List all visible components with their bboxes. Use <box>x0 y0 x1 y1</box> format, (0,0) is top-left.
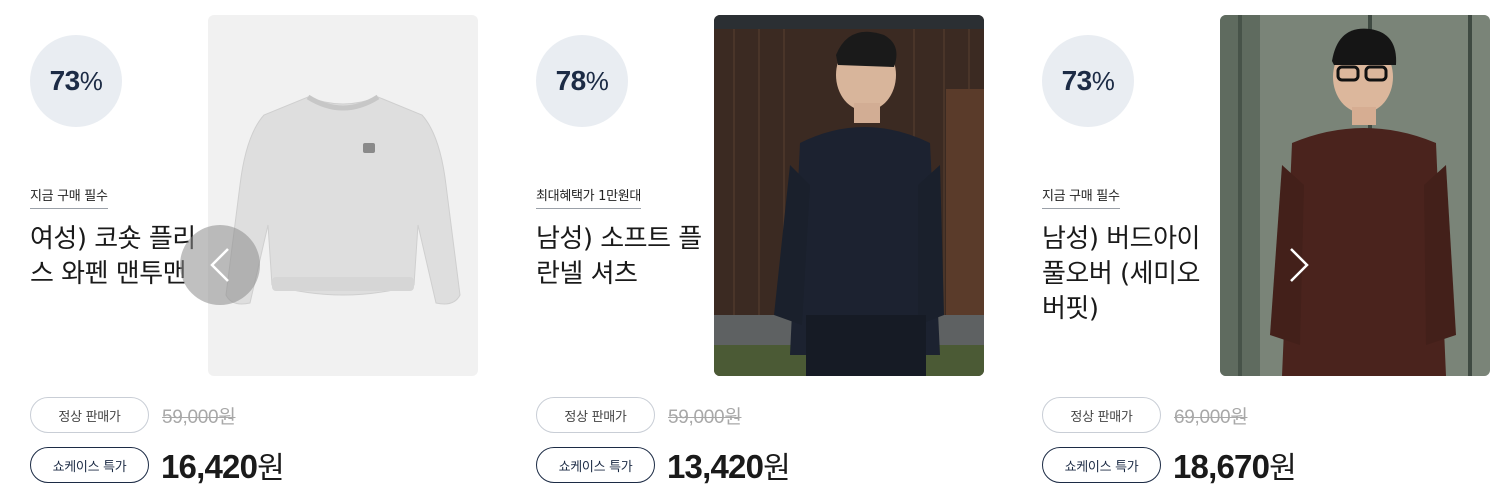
product-image-shirt[interactable] <box>714 15 984 376</box>
product-carousel: 73% 지금 구매 필수 여성) 코숏 플리스 와펜 맨투맨 정상 판매가 59… <box>0 0 1502 489</box>
original-price: 59,000원 <box>668 406 742 428</box>
product-card[interactable]: 73% 지금 구매 필수 여성) 코숏 플리스 와펜 맨투맨 정상 판매가 59… <box>30 0 510 489</box>
regular-price-label: 정상 판매가 <box>1042 397 1161 433</box>
product-title[interactable]: 여성) 코숏 플리스 와펜 맨투맨 <box>30 222 200 292</box>
product-image-pullover[interactable] <box>1220 15 1490 376</box>
carousel-prev-button[interactable] <box>180 225 260 305</box>
sweatshirt-image <box>208 15 478 376</box>
original-price: 69,000원 <box>1174 406 1248 428</box>
discount-badge: 73% <box>1042 35 1134 127</box>
promo-tag: 지금 구매 필수 <box>30 185 108 209</box>
promo-tag: 최대혜택가 1만원대 <box>536 185 641 209</box>
shirt-model-image <box>714 15 984 376</box>
chevron-right-icon <box>1290 248 1309 282</box>
discount-badge: 78% <box>536 35 628 127</box>
product-card[interactable]: 78% 최대혜택가 1만원대 남성) 소프트 플란넬 셔츠 정상 판매가 59,… <box>536 0 1016 489</box>
currency-unit: 원 <box>763 452 791 485</box>
regular-price-label: 정상 판매가 <box>536 397 655 433</box>
discount-badge: 73% <box>30 35 122 127</box>
regular-price-row: 정상 판매가 59,000원 <box>30 397 236 433</box>
percent-sign: % <box>79 65 103 96</box>
discount-value: 78 <box>555 65 587 96</box>
sale-price: 18,670원 <box>1173 443 1297 487</box>
regular-price-label: 정상 판매가 <box>30 397 149 433</box>
product-image-sweatshirt[interactable] <box>208 15 478 376</box>
chevron-left-icon <box>210 248 229 282</box>
special-price-label: 쇼케이스 특가 <box>536 447 655 483</box>
special-price-row: 쇼케이스 특가 13,420원 <box>536 443 791 487</box>
regular-price-row: 정상 판매가 59,000원 <box>536 397 742 433</box>
special-price-row: 쇼케이스 특가 16,420원 <box>30 443 285 487</box>
percent-sign: % <box>1091 65 1115 96</box>
sale-price-value: 13,420 <box>667 448 764 485</box>
promo-tag: 지금 구매 필수 <box>1042 185 1120 209</box>
special-price-row: 쇼케이스 특가 18,670원 <box>1042 443 1297 487</box>
product-title[interactable]: 남성) 소프트 플란넬 셔츠 <box>536 222 706 292</box>
carousel-next-button[interactable] <box>1259 225 1339 305</box>
currency-unit: 원 <box>257 452 285 485</box>
special-price-label: 쇼케이스 특가 <box>1042 447 1161 483</box>
discount-value: 73 <box>49 65 81 96</box>
sale-price-value: 16,420 <box>161 448 258 485</box>
discount-value: 73 <box>1061 65 1093 96</box>
regular-price-row: 정상 판매가 69,000원 <box>1042 397 1248 433</box>
pullover-model-image <box>1220 15 1490 376</box>
sale-price: 13,420원 <box>667 443 791 487</box>
special-price-label: 쇼케이스 특가 <box>30 447 149 483</box>
original-price: 59,000원 <box>162 406 236 428</box>
sale-price: 16,420원 <box>161 443 285 487</box>
currency-unit: 원 <box>1269 452 1297 485</box>
sale-price-value: 18,670 <box>1173 448 1270 485</box>
product-title[interactable]: 남성) 버드아이 풀오버 (세미오버핏) <box>1042 222 1212 327</box>
percent-sign: % <box>585 65 609 96</box>
